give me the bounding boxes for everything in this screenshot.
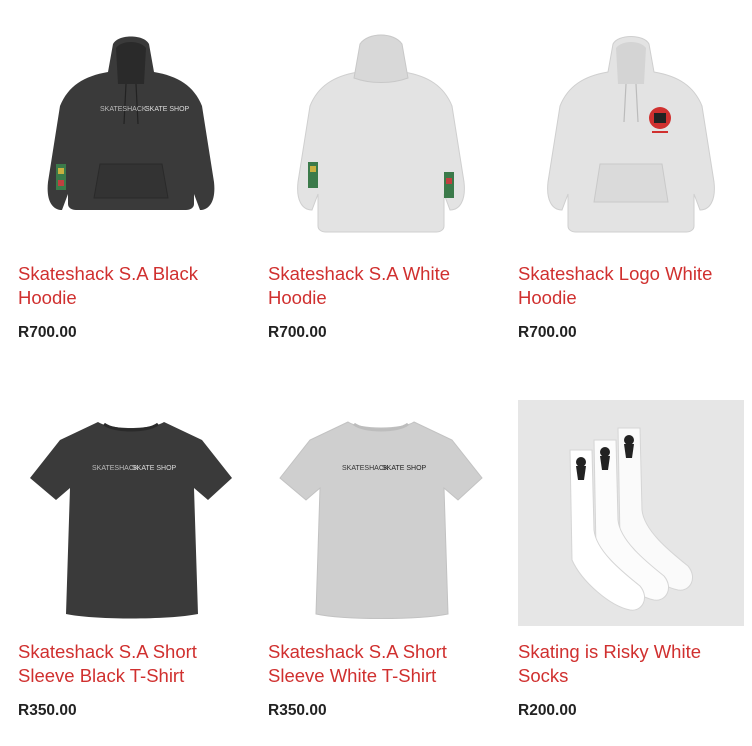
- product-title-line2[interactable]: Sleeve White T-Shirt: [268, 664, 494, 688]
- product-card[interactable]: Skating is Risky White Socks R200.00: [518, 400, 744, 719]
- black-tshirt-image[interactable]: SKATESHACK SKATE SHOP: [18, 400, 244, 626]
- svg-text:SKATE SHOP: SKATE SHOP: [132, 465, 177, 472]
- product-card[interactable]: Skateshack S.A White Hoodie R700.00: [268, 14, 494, 341]
- product-title-line2[interactable]: Hoodie: [518, 286, 744, 310]
- white-hoodie-back-image[interactable]: [268, 14, 494, 240]
- product-price: R200.00: [518, 702, 577, 719]
- svg-text:SKATE SHOP: SKATE SHOP: [145, 106, 190, 113]
- product-title-line2[interactable]: Socks: [518, 664, 744, 688]
- product-title-line2[interactable]: Sleeve Black T-Shirt: [18, 664, 244, 688]
- white-socks-image[interactable]: [518, 400, 744, 626]
- product-price: R700.00: [518, 324, 577, 341]
- product-title-line1[interactable]: Skateshack S.A Short: [18, 640, 244, 664]
- product-title-line2[interactable]: Hoodie: [268, 286, 494, 310]
- white-tshirt-image[interactable]: SKATESHACK SKATE SHOP: [268, 400, 494, 626]
- product-price: R350.00: [268, 702, 327, 719]
- product-title-line2[interactable]: Hoodie: [18, 286, 244, 310]
- product-price: R700.00: [268, 324, 327, 341]
- white-logo-hoodie-image[interactable]: [518, 14, 744, 240]
- product-title-line1[interactable]: Skateshack S.A Black: [18, 262, 244, 286]
- product-card[interactable]: SKATESHACK SKATE SHOP Skateshack S.A Bla…: [18, 14, 244, 341]
- product-title-line1[interactable]: Skating is Risky White: [518, 640, 744, 664]
- product-card[interactable]: Skateshack Logo White Hoodie R700.00: [518, 14, 744, 341]
- svg-text:SKATESHACK: SKATESHACK: [100, 106, 147, 113]
- product-price: R700.00: [18, 324, 77, 341]
- product-price: R350.00: [18, 702, 77, 719]
- product-title-line1[interactable]: Skateshack S.A Short: [268, 640, 494, 664]
- product-card[interactable]: SKATESHACK SKATE SHOP Skateshack S.A Sho…: [18, 400, 244, 719]
- product-card[interactable]: SKATESHACK SKATE SHOP Skateshack S.A Sho…: [268, 400, 494, 719]
- svg-text:SKATE SHOP: SKATE SHOP: [382, 465, 427, 472]
- product-title-line1[interactable]: Skateshack S.A White: [268, 262, 494, 286]
- black-hoodie-image[interactable]: SKATESHACK SKATE SHOP: [18, 14, 244, 240]
- product-title-line1[interactable]: Skateshack Logo White: [518, 262, 744, 286]
